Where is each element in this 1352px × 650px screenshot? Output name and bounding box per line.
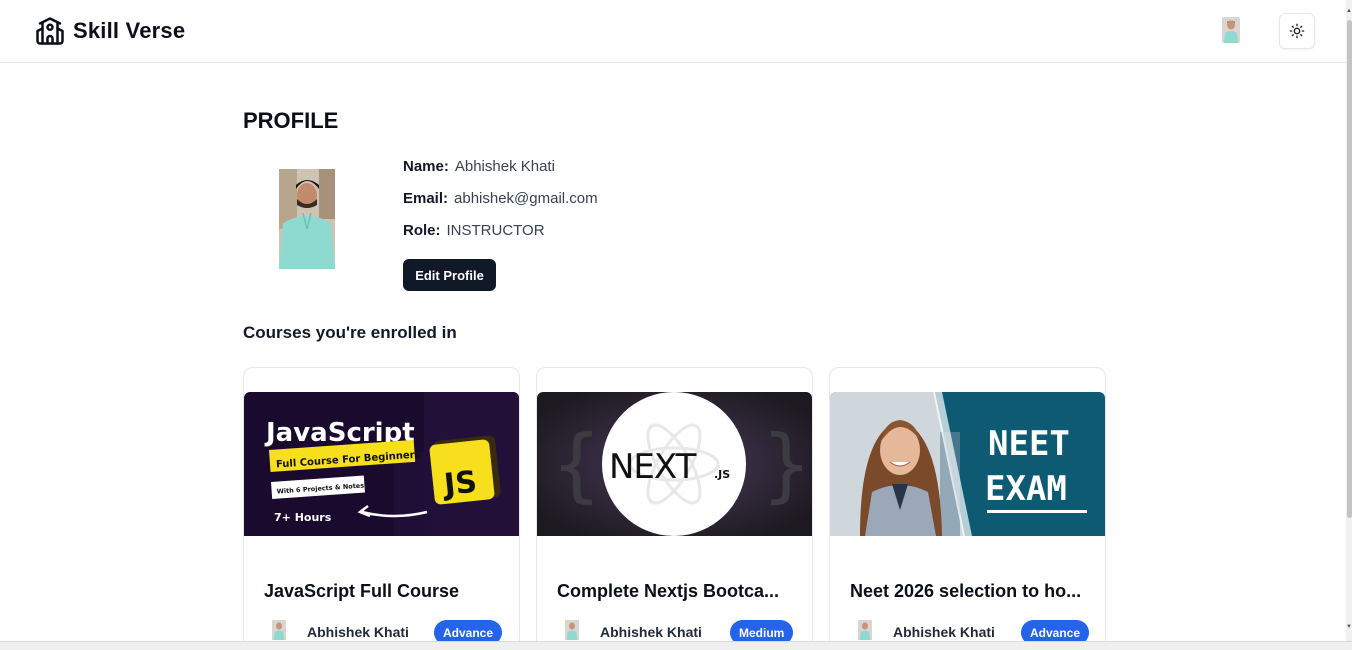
avatar-photo xyxy=(1222,17,1240,43)
page-title: PROFILE xyxy=(243,108,339,133)
scroll-up-arrow-icon[interactable]: ▲ xyxy=(1346,8,1352,14)
author-avatar xyxy=(858,620,872,640)
right-brace-icon: } xyxy=(761,418,812,511)
left-brace-icon: { xyxy=(551,418,602,511)
profile-email: abhishek@gmail.com xyxy=(454,190,598,207)
school-icon xyxy=(36,17,64,45)
sun-icon xyxy=(1289,23,1305,39)
course-title[interactable]: Complete Nextjs Bootca... xyxy=(557,581,779,602)
profile-email-row: Email: abhishek@gmail.com xyxy=(403,190,598,207)
course-title[interactable]: JavaScript Full Course xyxy=(264,581,459,602)
profile-photo xyxy=(279,169,335,269)
name-label: Name: xyxy=(403,158,449,175)
profile-name: Abhishek Khati xyxy=(454,158,555,175)
author-avatar xyxy=(565,620,579,640)
thumb-line2: EXAM xyxy=(985,469,1067,509)
thumb-logo: JS xyxy=(440,465,478,503)
author-avatar xyxy=(272,620,286,640)
author-name: Abhishek Khati xyxy=(600,624,702,640)
scrollbar-thumb[interactable] xyxy=(1347,20,1352,518)
enrolled-courses-heading: Courses you're enrolled in xyxy=(243,323,457,342)
theme-toggle-button[interactable] xyxy=(1279,13,1315,49)
profile-role: INSTRUCTOR xyxy=(446,222,545,239)
course-thumbnail-nextjs: { } NEXT .JS xyxy=(537,392,812,536)
thumb-line1: NEET xyxy=(988,424,1070,464)
top-navbar: Skill Verse xyxy=(0,0,1346,63)
course-thumbnail-javascript: JavaScript Full Course For Beginners Wit… xyxy=(244,392,519,536)
thumb-logo-suffix: .JS xyxy=(714,468,730,481)
author-name: Abhishek Khati xyxy=(307,624,409,640)
user-avatar[interactable] xyxy=(1222,17,1240,43)
brand-name: Skill Verse xyxy=(73,18,186,43)
brand[interactable]: Skill Verse xyxy=(35,16,185,46)
thumb-logo: NEXT xyxy=(609,447,697,487)
page: Skill Verse PROFILE Name: Abhishek Khati… xyxy=(0,0,1352,650)
profile-name-row: Name: Abhishek Khati xyxy=(403,158,555,175)
author-name: Abhishek Khati xyxy=(893,624,995,640)
course-card[interactable]: NEET EXAM Neet 2026 selection to ho... A… xyxy=(829,367,1106,650)
course-title[interactable]: Neet 2026 selection to ho... xyxy=(850,581,1081,602)
role-label: Role: xyxy=(403,222,441,239)
thumb-hours: 7+ Hours xyxy=(274,511,332,524)
scroll-down-arrow-icon[interactable]: ▼ xyxy=(1346,624,1352,630)
course-thumbnail-neet: NEET EXAM xyxy=(830,392,1105,536)
profile-role-row: Role: INSTRUCTOR xyxy=(403,222,545,239)
course-card[interactable]: JavaScript Full Course For Beginners Wit… xyxy=(243,367,520,650)
email-label: Email: xyxy=(403,190,449,207)
horizontal-scrollbar[interactable] xyxy=(0,641,1352,650)
edit-profile-button[interactable]: Edit Profile xyxy=(403,259,496,291)
course-card[interactable]: { } NEXT .JS Complete Nextjs Bootca... A… xyxy=(536,367,813,650)
